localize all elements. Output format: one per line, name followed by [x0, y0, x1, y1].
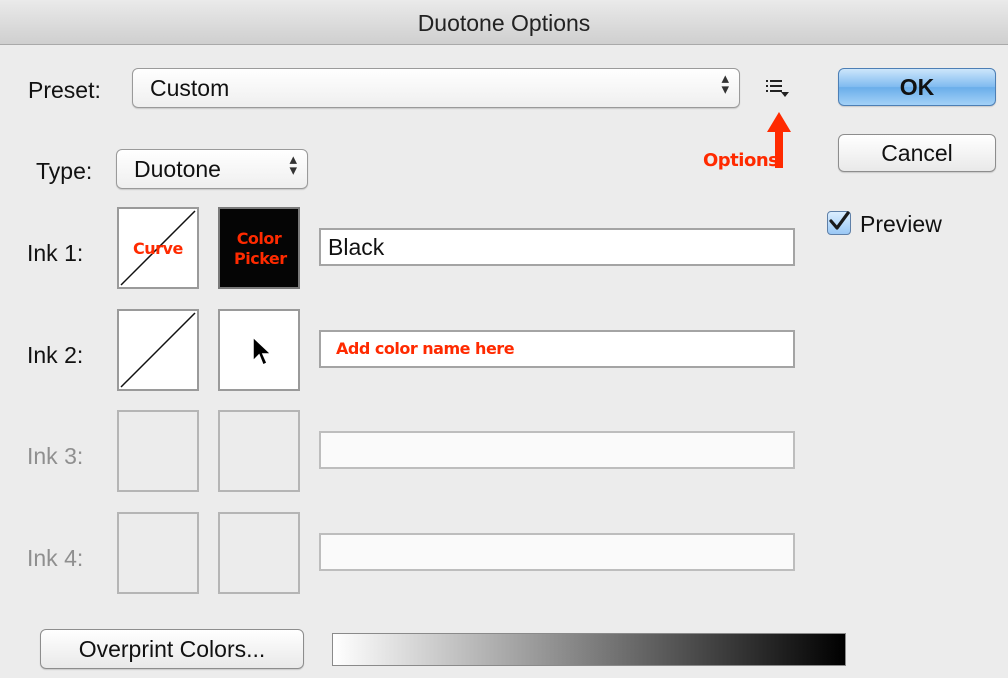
overprint-colors-button[interactable]: Overprint Colors...	[40, 629, 304, 669]
ink2-color-swatch[interactable]	[218, 309, 300, 391]
ink2-curve-box[interactable]	[117, 309, 199, 391]
type-select[interactable]: Duotone ▴ ▾	[116, 149, 308, 189]
updown-arrows-icon: ▴ ▾	[289, 151, 297, 179]
ok-button[interactable]: OK	[838, 68, 996, 106]
cancel-button[interactable]: Cancel	[838, 134, 996, 172]
ink3-label: Ink 3:	[27, 443, 84, 469]
ink3-color-swatch	[218, 410, 300, 492]
ink4-color-swatch	[218, 512, 300, 594]
type-label: Type:	[36, 158, 93, 184]
ink1-label: Ink 1:	[27, 240, 84, 266]
color-picker-annotation-line1: Color	[236, 229, 282, 248]
list-menu-icon[interactable]	[764, 76, 794, 102]
ink1-color-swatch[interactable]: Color Picker	[218, 207, 300, 289]
preset-select[interactable]: Custom ▴ ▾	[132, 68, 740, 108]
ink4-label: Ink 4:	[27, 545, 84, 571]
ink4-curve-box	[117, 512, 199, 594]
ink2-name-field[interactable]: Add color name here	[319, 330, 795, 368]
preview-label: Preview	[860, 211, 942, 237]
window-title: Duotone Options	[417, 10, 591, 36]
ink1-name-field[interactable]: Black	[319, 228, 795, 266]
curve-annotation: Curve	[133, 239, 183, 258]
duotone-gradient-bar	[332, 633, 846, 666]
color-picker-annotation-line2: Picker	[234, 249, 287, 268]
preview-checkbox[interactable]	[827, 211, 851, 235]
ink3-curve-box	[117, 410, 199, 492]
preset-value: Custom	[150, 75, 230, 101]
ink1-curve-box[interactable]: Curve	[117, 207, 199, 289]
ink3-name-field	[319, 431, 795, 469]
type-value: Duotone	[134, 156, 221, 182]
options-annotation: Options	[703, 150, 779, 171]
color-picker-annotation: Color Picker	[234, 229, 287, 269]
add-color-name-annotation: Add color name here	[336, 339, 515, 358]
ink2-label: Ink 2:	[27, 342, 84, 368]
title-bar: Duotone Options	[0, 0, 1008, 45]
preset-label: Preset:	[28, 77, 101, 103]
updown-arrows-icon: ▴ ▾	[721, 70, 729, 98]
curve-line-icon	[120, 312, 196, 388]
ink4-name-field	[319, 533, 795, 571]
checkmark-icon	[829, 211, 850, 230]
mouse-pointer-icon	[252, 335, 273, 367]
